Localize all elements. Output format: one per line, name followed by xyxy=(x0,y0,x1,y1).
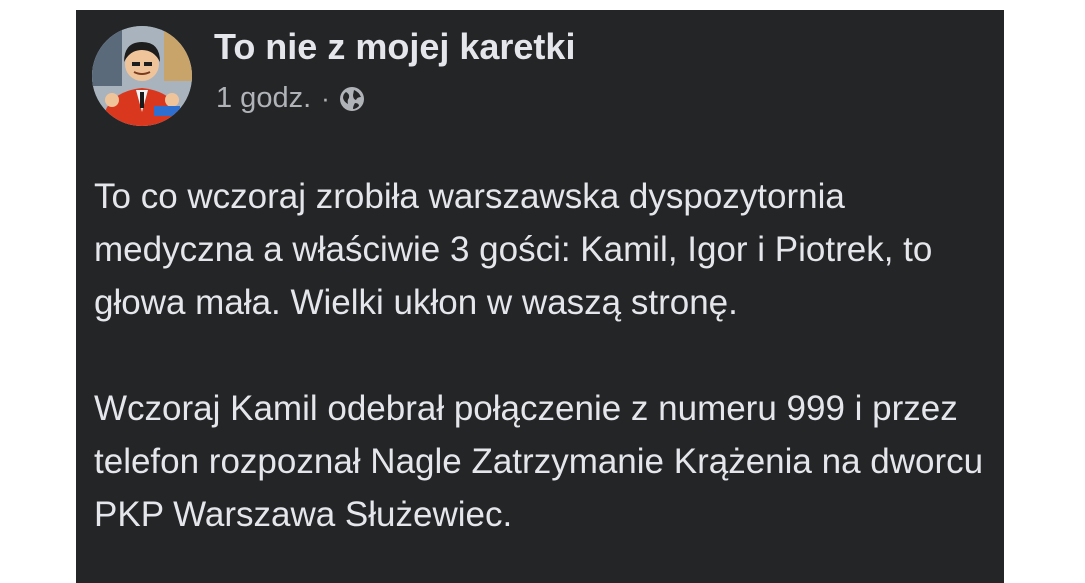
post-meta: 1 godz. · xyxy=(216,82,366,115)
page-avatar[interactable] xyxy=(92,26,192,126)
post-timestamp[interactable]: 1 godz. xyxy=(216,82,311,115)
page-name-link[interactable]: To nie z mojej karetki xyxy=(214,26,575,68)
avatar-illustration xyxy=(92,26,192,126)
facebook-post-card: To nie z mojej karetki 1 godz. · To co w… xyxy=(76,10,1004,583)
globe-icon[interactable] xyxy=(338,85,366,113)
post-paragraph: Wczoraj Kamil odebrał połączenie z numer… xyxy=(94,389,984,534)
post-paragraph: To co wczoraj zrobiła warszawska dyspozy… xyxy=(94,177,933,322)
meta-separator: · xyxy=(321,83,330,113)
post-body: To co wczoraj zrobiła warszawska dyspozy… xyxy=(94,170,994,583)
